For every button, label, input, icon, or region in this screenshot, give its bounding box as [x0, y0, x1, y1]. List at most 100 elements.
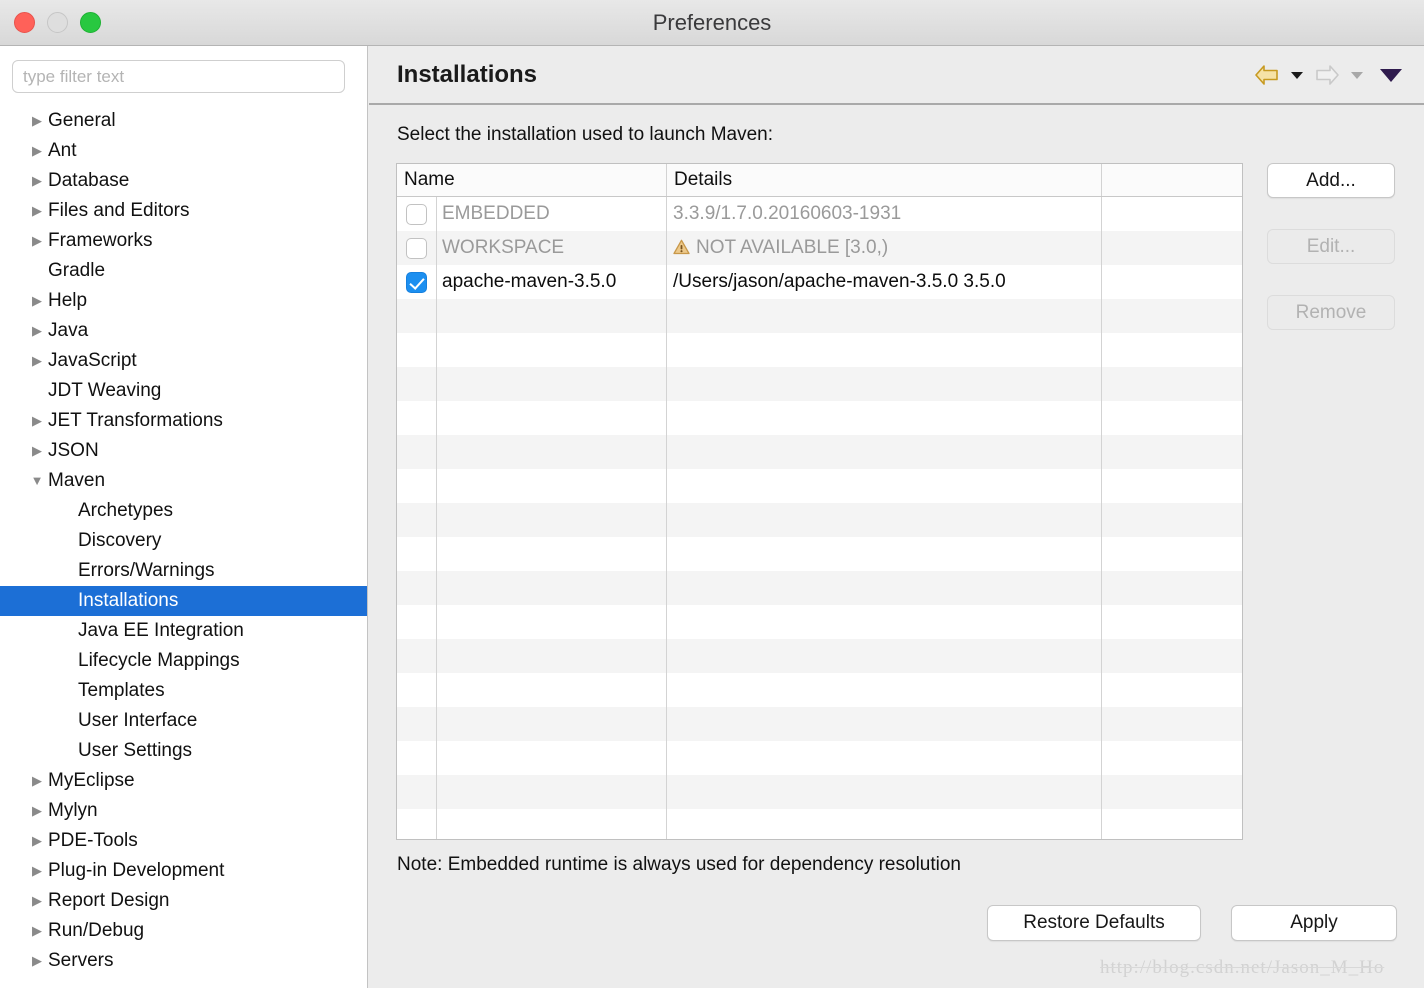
menu-dropdown-icon[interactable]	[1380, 68, 1402, 82]
sidebar-item-label: Plug-in Development	[48, 860, 225, 881]
chevron-right-icon[interactable]: ▶	[28, 946, 46, 976]
sidebar-item-label: Java	[48, 320, 89, 341]
sidebar-item-label: Discovery	[78, 530, 162, 551]
sidebar-item-servers[interactable]: ▶ Servers	[0, 946, 367, 976]
chevron-right-icon[interactable]: ▶	[28, 106, 46, 136]
search-input[interactable]	[12, 60, 345, 93]
row-checkbox[interactable]	[406, 238, 427, 259]
table-empty-row	[397, 775, 1242, 809]
sidebar-item-frameworks[interactable]: ▶ Frameworks	[0, 226, 367, 256]
sidebar-item-label: Database	[48, 170, 130, 191]
table-row[interactable]: apache-maven-3.5.0/Users/jason/apache-ma…	[397, 265, 1242, 299]
sidebar-item-ant[interactable]: ▶ Ant	[0, 136, 367, 166]
page-header: Installations	[369, 46, 1424, 105]
table-row[interactable]: WORKSPACE NOT AVAILABLE [3.0,)	[397, 231, 1242, 265]
sidebar-item-jdt-weaving[interactable]: JDT Weaving	[0, 376, 367, 406]
sidebar-item-label: MyEclipse	[48, 770, 135, 791]
row-checkbox[interactable]	[406, 272, 427, 293]
chevron-right-icon[interactable]: ▶	[28, 346, 46, 376]
table-empty-row	[397, 605, 1242, 639]
sidebar-item-label: Help	[48, 290, 88, 311]
back-arrow-icon[interactable]	[1250, 58, 1284, 92]
sidebar-item-discovery[interactable]: Discovery	[0, 526, 367, 556]
chevron-right-icon[interactable]: ▶	[28, 796, 46, 826]
table-header-row: Name Details	[397, 164, 1242, 197]
cell-empty	[667, 537, 1102, 571]
sidebar-item-archetypes[interactable]: Archetypes	[0, 496, 367, 526]
table-body: EMBEDDED 3.3.9/1.7.0.20160603-1931 WORKSPA…	[397, 197, 1242, 839]
preferences-sidebar: ▶General▶Ant▶Database▶Files and Editors▶…	[0, 46, 368, 988]
sidebar-item-mylyn[interactable]: ▶ Mylyn	[0, 796, 367, 826]
sidebar-item-jet-transformations[interactable]: ▶ JET Transformations	[0, 406, 367, 436]
chevron-down-icon[interactable]: ▼	[28, 466, 46, 496]
chevron-right-icon[interactable]: ▶	[28, 166, 46, 196]
table-row[interactable]: EMBEDDED 3.3.9/1.7.0.20160603-1931	[397, 197, 1242, 231]
row-checkbox[interactable]	[406, 204, 427, 225]
chevron-right-icon[interactable]: ▶	[28, 196, 46, 226]
sidebar-item-general[interactable]: ▶ General	[0, 106, 367, 136]
sidebar-item-myeclipse[interactable]: ▶ MyEclipse	[0, 766, 367, 796]
sidebar-item-label: Maven	[48, 470, 106, 491]
sidebar-item-user-interface[interactable]: User Interface	[0, 706, 367, 736]
sidebar-item-javascript[interactable]: ▶ JavaScript	[0, 346, 367, 376]
cell-empty	[437, 809, 667, 839]
chevron-right-icon[interactable]: ▶	[28, 886, 46, 916]
preferences-tree[interactable]: ▶ General ▶ Ant ▶ Database ▶ Files and Editors ▶…	[0, 106, 367, 988]
back-dropdown-icon[interactable]	[1289, 58, 1305, 92]
column-header-name[interactable]: Name	[397, 164, 667, 196]
cell-empty	[397, 809, 437, 839]
chevron-right-icon[interactable]: ▶	[28, 286, 46, 316]
sidebar-item-label: JET Transformations	[48, 410, 223, 431]
sidebar-item-plug-in-development[interactable]: ▶ Plug-in Development	[0, 856, 367, 886]
cell-empty	[397, 435, 437, 469]
installations-table: Name Details EMBEDDED 3.3.9/1.7.0.2016060…	[396, 163, 1243, 840]
sidebar-item-lifecycle-mappings[interactable]: Lifecycle Mappings	[0, 646, 367, 676]
cell-empty	[1102, 435, 1242, 469]
chevron-right-icon[interactable]: ▶	[28, 316, 46, 346]
cell-empty	[437, 707, 667, 741]
add-button[interactable]: Add...	[1267, 163, 1395, 198]
sidebar-item-installations[interactable]: Installations	[0, 586, 367, 616]
sidebar-item-database[interactable]: ▶ Database	[0, 166, 367, 196]
sidebar-item-files-and-editors[interactable]: ▶ Files and Editors	[0, 196, 367, 226]
cell-empty	[437, 333, 667, 367]
table-empty-row	[397, 673, 1242, 707]
apply-button[interactable]: Apply	[1231, 905, 1397, 941]
sidebar-item-run-debug[interactable]: ▶ Run/Debug	[0, 916, 367, 946]
cell-empty	[397, 571, 437, 605]
dialog-footer-buttons: Restore Defaults Apply	[987, 905, 1397, 941]
chevron-right-icon[interactable]: ▶	[28, 766, 46, 796]
sidebar-item-maven[interactable]: ▼ Maven	[0, 466, 367, 496]
chevron-right-icon[interactable]: ▶	[28, 916, 46, 946]
chevron-right-icon[interactable]: ▶	[28, 856, 46, 886]
cell-empty	[437, 469, 667, 503]
chevron-right-icon[interactable]: ▶	[28, 436, 46, 466]
cell-empty	[437, 435, 667, 469]
sidebar-item-user-settings[interactable]: User Settings	[0, 736, 367, 766]
chevron-right-icon[interactable]: ▶	[28, 226, 46, 256]
column-header-extra[interactable]	[1102, 164, 1242, 196]
sidebar-item-help[interactable]: ▶ Help	[0, 286, 367, 316]
cell-empty	[667, 571, 1102, 605]
cell-empty	[667, 401, 1102, 435]
sidebar-item-json[interactable]: ▶ JSON	[0, 436, 367, 466]
sidebar-item-pde-tools[interactable]: ▶ PDE-Tools	[0, 826, 367, 856]
cell-empty	[437, 571, 667, 605]
chevron-right-icon[interactable]: ▶	[28, 136, 46, 166]
cell-details-text: NOT AVAILABLE [3.0,)	[696, 237, 889, 258]
sidebar-item-label: Java EE Integration	[78, 620, 244, 641]
sidebar-item-templates[interactable]: Templates	[0, 676, 367, 706]
column-header-details[interactable]: Details	[667, 164, 1102, 196]
sidebar-item-label: Gradle	[48, 260, 106, 281]
chevron-right-icon[interactable]: ▶	[28, 826, 46, 856]
sidebar-item-java[interactable]: ▶ Java	[0, 316, 367, 346]
sidebar-item-label: JavaScript	[48, 350, 137, 371]
sidebar-item-errors-warnings[interactable]: Errors/Warnings	[0, 556, 367, 586]
sidebar-item-label: User Settings	[78, 740, 193, 761]
watermark-text: http://blog.csdn.net/Jason_M_Ho	[1100, 957, 1385, 978]
sidebar-item-report-design[interactable]: ▶ Report Design	[0, 886, 367, 916]
sidebar-item-gradle[interactable]: Gradle	[0, 256, 367, 286]
sidebar-item-java-ee-integration[interactable]: Java EE Integration	[0, 616, 367, 646]
restore-defaults-button[interactable]: Restore Defaults	[987, 905, 1201, 941]
chevron-right-icon[interactable]: ▶	[28, 406, 46, 436]
